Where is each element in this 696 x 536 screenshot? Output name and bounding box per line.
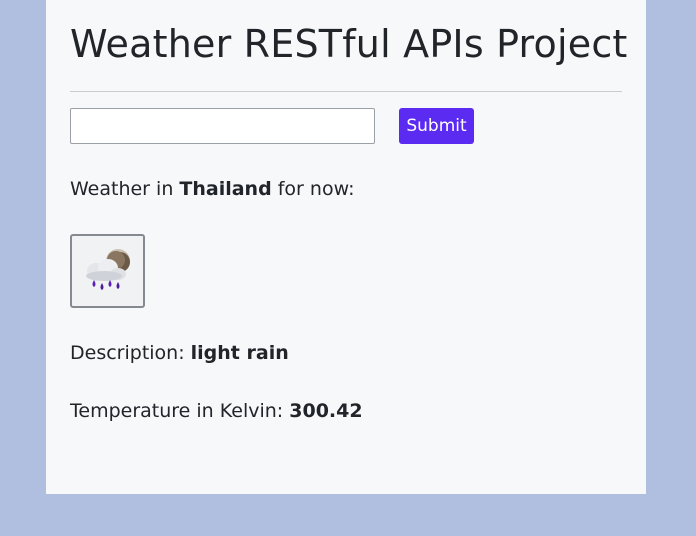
description-value: light rain: [190, 342, 289, 364]
submit-button[interactable]: Submit: [399, 108, 474, 144]
weather-location: Thailand: [179, 178, 272, 200]
weather-icon-box: [70, 234, 145, 308]
main-card: Weather RESTful APIs Project Submit Weat…: [46, 0, 646, 494]
city-form: Submit: [70, 108, 622, 144]
weather-prefix: Weather in: [70, 178, 180, 200]
light-rain-cloud-icon: [85, 249, 130, 290]
weather-suffix: for now:: [271, 178, 355, 200]
title-divider: [70, 91, 622, 92]
temperature-line: Temperature in Kelvin: 300.42: [70, 400, 622, 422]
description-label: Description:: [70, 342, 191, 364]
city-input[interactable]: [70, 108, 375, 144]
description-line: Description: light rain: [70, 342, 622, 364]
temperature-label: Temperature in Kelvin:: [70, 400, 290, 422]
weather-heading: Weather in Thailand for now:: [70, 178, 622, 200]
temperature-value: 300.42: [289, 400, 363, 422]
page-title: Weather RESTful APIs Project: [70, 22, 628, 66]
